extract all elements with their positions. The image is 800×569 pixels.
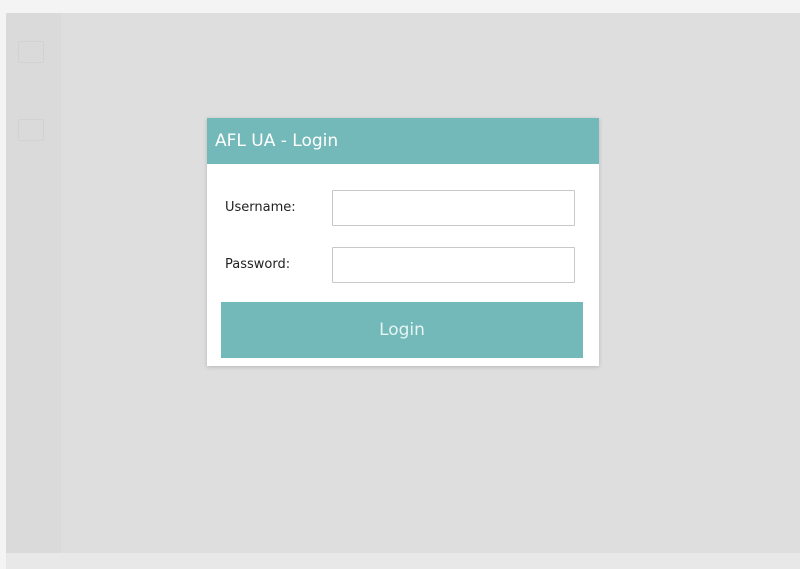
sidebar [6,13,61,553]
login-dialog-title: AFL UA - Login [215,131,339,151]
status-bar [6,553,800,569]
password-row: Password: [225,247,585,283]
nav-icon [18,119,44,141]
username-label: Username: [225,200,296,215]
login-dialog-header: AFL UA - Login [207,118,599,164]
login-dialog: AFL UA - Login Username: Password: Login [207,118,599,366]
login-button[interactable]: Login [221,302,583,358]
menu-icon [18,41,44,63]
username-row: Username: [225,190,585,226]
password-label: Password: [225,257,291,272]
username-input[interactable] [332,190,575,226]
password-input[interactable] [332,247,575,283]
